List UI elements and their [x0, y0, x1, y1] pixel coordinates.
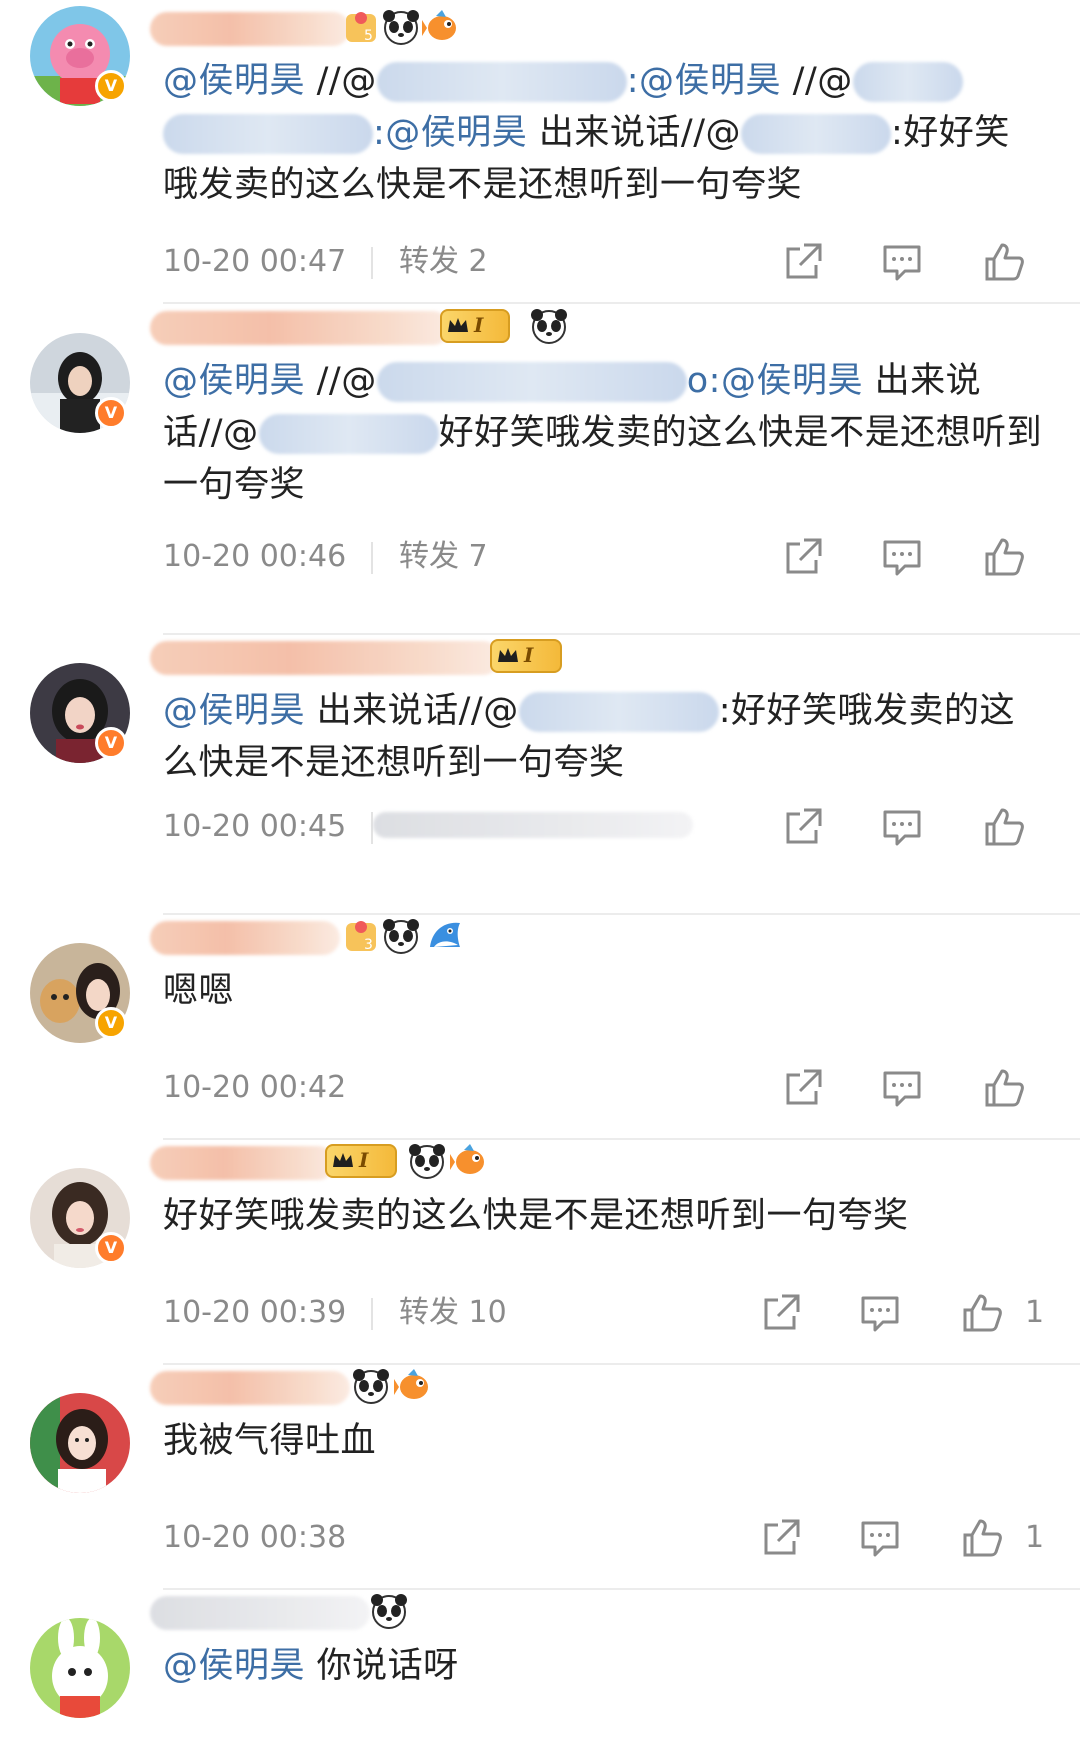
comment-meta: 10-20 00:42 — [163, 1065, 1043, 1111]
repost-count[interactable]: 转发 2 — [399, 239, 488, 285]
verified-v-icon: V — [95, 70, 127, 102]
panda-icon — [530, 307, 568, 345]
panda-icon — [408, 1142, 446, 1180]
thumbs-up-icon[interactable] — [959, 1515, 1005, 1561]
comment-text: 好好笑哦发卖的这么快是不是还想听到一句夸奖 — [163, 1196, 909, 1236]
timestamp: 10-20 00:42 — [163, 1070, 347, 1105]
comment-text: 嗯嗯 — [163, 971, 235, 1011]
thumbs-up-icon[interactable] — [981, 804, 1027, 850]
comment-item: V 3 嗯嗯 10-20 00:42 — [0, 915, 1080, 1140]
comment-meta: 10-20 00:47 转发 2 — [163, 239, 1043, 285]
comment-feed: V 5 @侯明昊 //@:@侯明昊 //@ :@侯明昊 出来说话//@:好好笑哦… — [0, 0, 1080, 1755]
username-line[interactable]: 3 — [150, 915, 760, 959]
username-line[interactable]: 5 — [150, 6, 760, 50]
repost-count[interactable]: 转发 10 — [399, 1290, 507, 1336]
panda-icon — [382, 917, 420, 955]
timestamp: 10-20 00:38 — [163, 1520, 347, 1555]
share-icon[interactable] — [758, 1290, 804, 1336]
username-line[interactable] — [150, 1590, 760, 1634]
comment-item: V I 好好笑哦发卖的这么快是不是还想听到一句夸奖 10-20 00:39 转发… — [0, 1140, 1080, 1365]
timestamp: 10-20 00:39 — [163, 1295, 347, 1330]
share-icon[interactable] — [780, 804, 826, 850]
share-icon[interactable] — [758, 1515, 804, 1561]
share-icon[interactable] — [780, 1065, 826, 1111]
vip-level-badge: I — [490, 639, 562, 673]
comment-item: 我被气得吐血 10-20 00:38 1 — [0, 1365, 1080, 1590]
comment-icon[interactable] — [879, 804, 925, 850]
vip-level-badge: I — [440, 309, 510, 343]
share-icon[interactable] — [780, 534, 826, 580]
comment-item: V I @侯明昊 出来说话//@:好好笑哦发卖的这么快是不是还想听到一句夸奖 1… — [0, 635, 1080, 915]
fans-level-icon: 3 — [342, 917, 380, 955]
comment-text: @侯明昊 你说话呀 — [163, 1646, 459, 1686]
mention-link[interactable]: o:@侯明昊 — [687, 361, 863, 401]
mention-link[interactable]: @侯明昊 — [163, 1646, 305, 1686]
thumbs-up-icon[interactable] — [959, 1290, 1005, 1336]
fans-level-icon: 5 — [342, 8, 380, 46]
username-line[interactable]: I — [150, 305, 760, 349]
thumbs-up-icon[interactable] — [981, 1065, 1027, 1111]
svg-text:3: 3 — [364, 937, 373, 953]
comment-meta: 10-20 00:46 转发 7 — [163, 534, 1043, 580]
panda-icon — [382, 8, 420, 46]
comment-icon[interactable] — [879, 239, 925, 285]
avatar[interactable] — [30, 1393, 130, 1493]
repost-count[interactable]: 转发 7 — [399, 534, 488, 580]
fish-icon — [450, 1142, 488, 1180]
thumbs-up-icon[interactable] — [981, 239, 1027, 285]
verified-v-icon: V — [95, 1232, 127, 1264]
vip-level-badge: I — [325, 1144, 397, 1178]
mention-link[interactable]: @侯明昊 — [163, 691, 305, 731]
timestamp: 10-20 00:45 — [163, 809, 347, 844]
fish-icon — [394, 1367, 432, 1405]
comment-text: @侯明昊 出来说话//@:好好笑哦发卖的这么快是不是还想听到一句夸奖 — [163, 691, 1016, 783]
fish-icon — [422, 8, 460, 46]
comment-icon[interactable] — [879, 1065, 925, 1111]
username-line[interactable] — [150, 1365, 760, 1409]
comment-icon[interactable] — [879, 534, 925, 580]
comment-icon[interactable] — [857, 1290, 903, 1336]
panda-icon — [370, 1592, 408, 1630]
comment-meta: 10-20 00:39 转发 10 1 — [163, 1290, 1045, 1336]
svg-text:5: 5 — [364, 28, 373, 44]
comment-icon[interactable] — [857, 1515, 903, 1561]
avatar[interactable] — [30, 1618, 130, 1718]
comment-meta: 10-20 00:45 — [163, 804, 1043, 850]
share-icon[interactable] — [780, 239, 826, 285]
panda-icon — [352, 1367, 390, 1405]
timestamp: 10-20 00:46 — [163, 539, 347, 574]
comment-text: @侯明昊 //@ o:@侯明昊 出来说话//@ 好好笑哦发卖的这么快是不是还想听到一… — [163, 361, 1043, 505]
username-line[interactable]: I — [150, 1140, 760, 1184]
verified-v-icon: V — [95, 727, 127, 759]
username-line[interactable]: I — [150, 635, 760, 679]
mention-link[interactable]: @侯明昊 — [163, 61, 305, 101]
comment-item: V I @侯明昊 //@ o:@侯明昊 出来说话//@ 好好笑哦发卖的这么快是不是还… — [0, 305, 1080, 635]
comment-item: V 5 @侯明昊 //@:@侯明昊 //@ :@侯明昊 出来说话//@:好好笑哦… — [0, 0, 1080, 305]
comment-item: @侯明昊 你说话呀 — [0, 1590, 1080, 1755]
mention-link[interactable]: :@侯明昊 — [627, 61, 781, 101]
like-count: 1 — [1025, 1520, 1045, 1555]
like-count: 1 — [1025, 1295, 1045, 1330]
comment-text: 我被气得吐血 — [163, 1421, 377, 1461]
comment-meta: 10-20 00:38 1 — [163, 1515, 1045, 1561]
timestamp: 10-20 00:47 — [163, 244, 347, 279]
mention-link[interactable]: @侯明昊 — [163, 361, 305, 401]
verified-v-icon: V — [95, 1007, 127, 1039]
comment-text: @侯明昊 //@:@侯明昊 //@ :@侯明昊 出来说话//@:好好笑哦发卖的这… — [163, 61, 1010, 205]
thumbs-up-icon[interactable] — [981, 534, 1027, 580]
shark-icon — [426, 917, 464, 955]
verified-v-icon: V — [95, 397, 127, 429]
mention-link[interactable]: :@侯明昊 — [373, 113, 527, 153]
